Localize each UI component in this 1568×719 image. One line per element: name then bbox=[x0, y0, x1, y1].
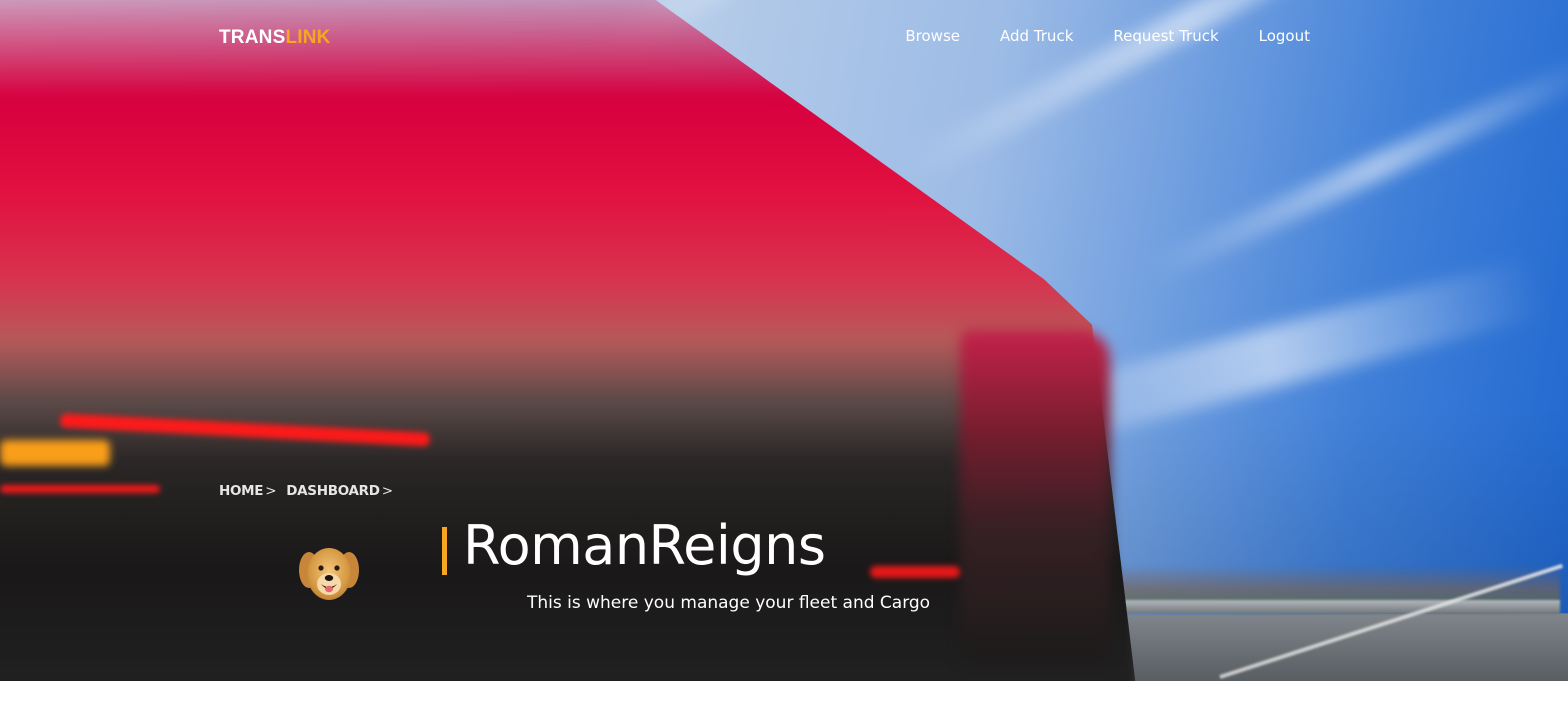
breadcrumb-dashboard[interactable]: DASHBOARD > bbox=[286, 483, 393, 499]
dog-avatar-icon bbox=[299, 548, 359, 600]
breadcrumb-home-link[interactable]: HOME bbox=[219, 483, 264, 499]
logo-text-primary: TRANS bbox=[219, 27, 286, 48]
chevron-right-icon: > bbox=[381, 483, 393, 499]
nav-request-truck[interactable]: Request Truck bbox=[1113, 27, 1218, 45]
nav-add-truck[interactable]: Add Truck bbox=[1000, 27, 1073, 45]
breadcrumb-home[interactable]: HOME > bbox=[219, 483, 277, 499]
breadcrumb-dashboard-link[interactable]: DASHBOARD bbox=[286, 483, 380, 499]
main-nav: Browse Add Truck Request Truck Logout bbox=[905, 27, 1310, 45]
nav-browse[interactable]: Browse bbox=[905, 27, 960, 45]
hero-banner: TRANSLINK Browse Add Truck Request Truck… bbox=[0, 0, 1568, 681]
logo-text-accent: LINK bbox=[285, 27, 331, 48]
chevron-right-icon: > bbox=[265, 483, 277, 499]
page-title: RomanReigns bbox=[463, 514, 826, 577]
title-accent-bar bbox=[442, 527, 447, 575]
nav-logout[interactable]: Logout bbox=[1259, 27, 1310, 45]
overlay bbox=[0, 0, 1568, 681]
site-logo[interactable]: TRANSLINK bbox=[219, 27, 331, 49]
breadcrumb: HOME > DASHBOARD > bbox=[219, 483, 393, 499]
avatar[interactable] bbox=[297, 540, 361, 606]
page-subtitle: This is where you manage your fleet and … bbox=[527, 593, 931, 613]
